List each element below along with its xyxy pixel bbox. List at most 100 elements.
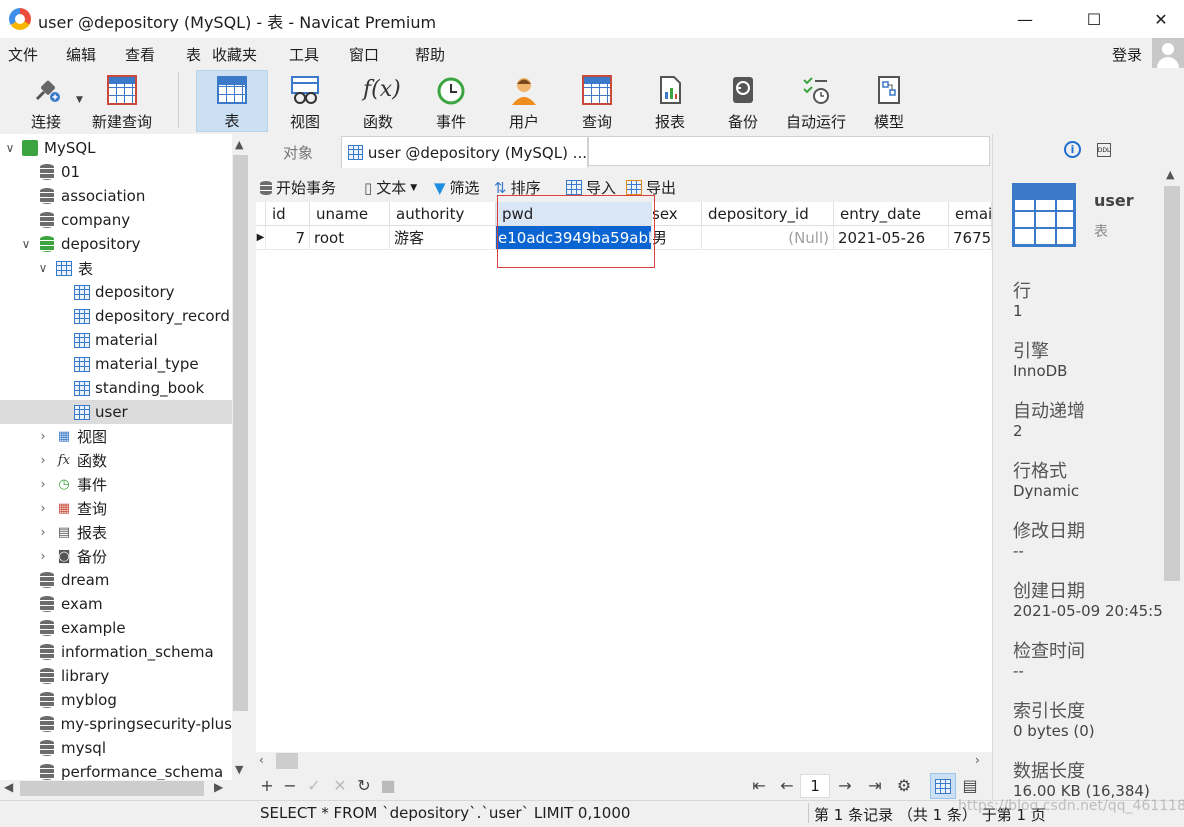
cell-depository-id[interactable]: (Null)	[702, 226, 834, 250]
tree-db-exam[interactable]: exam	[0, 592, 232, 616]
scroll-left-icon[interactable]: ◀	[4, 780, 13, 794]
last-page-icon[interactable]: ⇥	[866, 776, 884, 795]
connect-dropdown-icon[interactable]: ▼	[76, 95, 83, 105]
tree-db-mysql[interactable]: mysql	[0, 736, 232, 760]
begin-transaction-button[interactable]: 开始事务	[260, 177, 336, 198]
ddl-icon[interactable]: DDL	[1097, 143, 1111, 157]
tree-db-depository[interactable]: ∨ depository	[0, 232, 232, 256]
tree-db-example[interactable]: example	[0, 616, 232, 640]
tree-db-01[interactable]: 01	[0, 160, 232, 184]
chevron-down-icon[interactable]: ∨	[20, 237, 32, 251]
text-button[interactable]: ▯ 文本 ▼	[364, 177, 417, 198]
tree-db-company[interactable]: company	[0, 208, 232, 232]
scroll-up-icon[interactable]: ▲	[235, 138, 243, 151]
chevron-right-icon[interactable]: ›	[37, 453, 49, 467]
previous-page-icon[interactable]: ←	[778, 776, 796, 795]
tree-functions-node[interactable]: › fx 函数	[0, 448, 232, 472]
cell-email[interactable]: 7675	[949, 226, 992, 250]
discard-icon[interactable]: ✕	[331, 776, 349, 795]
scroll-up-icon[interactable]: ▲	[1166, 168, 1174, 181]
login-link[interactable]: 登录	[1112, 44, 1142, 65]
info-scroll-thumb[interactable]	[1164, 186, 1180, 581]
automation-button[interactable]: 自动运行	[780, 70, 852, 132]
cell-id[interactable]: 7	[266, 226, 310, 250]
add-record-icon[interactable]: +	[258, 776, 276, 795]
table-button[interactable]: 表	[196, 70, 268, 132]
column-header-authority[interactable]: authority	[390, 202, 496, 226]
tree-table-depository-record[interactable]: depository_record	[0, 304, 232, 328]
tree-db-library[interactable]: library	[0, 664, 232, 688]
grid-hscroll-thumb[interactable]	[276, 753, 298, 769]
column-header-email[interactable]: emai	[949, 202, 992, 226]
menu-tools[interactable]: 工具	[289, 44, 319, 65]
column-header-id[interactable]: id	[266, 202, 310, 226]
form-view-icon[interactable]: ▤	[961, 776, 979, 795]
info-icon[interactable]: i	[1064, 141, 1081, 158]
view-button[interactable]: 视图	[269, 70, 341, 132]
tree-db-dream[interactable]: dream	[0, 568, 232, 592]
chevron-down-icon[interactable]: ∨	[4, 141, 16, 155]
tab-objects[interactable]: 对象	[256, 137, 340, 167]
tree-scroll-thumb[interactable]	[233, 155, 248, 711]
tree-reports-node[interactable]: › ▤ 报表	[0, 520, 232, 544]
tree-db-performance-schema[interactable]: performance_schema	[0, 760, 232, 780]
chevron-down-icon[interactable]: ∨	[37, 261, 49, 275]
close-button[interactable]: ✕	[1138, 0, 1184, 38]
refresh-icon[interactable]: ↻	[355, 776, 373, 795]
chevron-right-icon[interactable]: ›	[37, 525, 49, 539]
scroll-left-icon[interactable]: ‹	[259, 753, 264, 767]
maximize-button[interactable]: ☐	[1071, 0, 1117, 38]
tree-connection-mysql[interactable]: ∨ MySQL	[0, 136, 232, 160]
user-button[interactable]: 用户	[488, 70, 560, 132]
menu-edit[interactable]: 编辑	[66, 44, 96, 65]
cell-sex[interactable]: 男	[652, 226, 702, 250]
tree-table-material[interactable]: material	[0, 328, 232, 352]
menu-view[interactable]: 查看	[125, 44, 155, 65]
chevron-right-icon[interactable]: ›	[37, 501, 49, 515]
tree-table-material-type[interactable]: material_type	[0, 352, 232, 376]
backup-button[interactable]: 备份	[707, 70, 779, 132]
column-header-uname[interactable]: uname	[310, 202, 390, 226]
delete-record-icon[interactable]: −	[281, 776, 299, 795]
cell-entry-date[interactable]: 2021-05-26	[834, 226, 949, 250]
grid-horizontal-scrollbar[interactable]	[256, 752, 992, 770]
first-page-icon[interactable]: ⇤	[750, 776, 768, 795]
connect-button[interactable]: 连接	[10, 70, 82, 132]
filter-button[interactable]: ▼ 筛选	[434, 177, 480, 198]
minimize-button[interactable]: —	[1002, 0, 1048, 38]
menu-favorites[interactable]: 收藏夹	[212, 44, 257, 65]
apply-icon[interactable]: ✓	[305, 776, 323, 795]
scroll-right-icon[interactable]: ›	[975, 753, 980, 767]
row-pointer-icon[interactable]: ▶	[256, 226, 266, 250]
column-header-entry-date[interactable]: entry_date	[834, 202, 949, 226]
menu-file[interactable]: 文件	[8, 44, 38, 65]
tree-db-myblog[interactable]: myblog	[0, 688, 232, 712]
tree-table-user[interactable]: user	[0, 400, 232, 424]
avatar[interactable]	[1152, 38, 1184, 70]
tree-table-depository[interactable]: depository	[0, 280, 232, 304]
stop-icon[interactable]: ■	[379, 776, 397, 795]
tree-tables-node[interactable]: ∨ 表	[0, 256, 232, 280]
chevron-right-icon[interactable]: ›	[37, 477, 49, 491]
tree-table-standing-book[interactable]: standing_book	[0, 376, 232, 400]
menu-table[interactable]: 表	[186, 44, 201, 65]
cell-uname[interactable]: root	[310, 226, 390, 250]
tab-user-table[interactable]: user @depository (MySQL) ...	[341, 136, 588, 168]
column-header-sex[interactable]: sex	[652, 202, 702, 226]
new-query-button[interactable]: 新建查询	[86, 70, 158, 132]
tree-backups-node[interactable]: › ◙ 备份	[0, 544, 232, 568]
chevron-right-icon[interactable]: ›	[37, 549, 49, 563]
cell-authority[interactable]: 游客	[390, 226, 496, 250]
tree-db-my-springsecurity-plus[interactable]: my-springsecurity-plus	[0, 712, 232, 736]
menu-help[interactable]: 帮助	[415, 44, 445, 65]
scroll-right-icon[interactable]: ▶	[214, 780, 223, 794]
chevron-right-icon[interactable]: ›	[37, 429, 49, 443]
function-button[interactable]: f(x) 函数	[342, 70, 414, 132]
next-page-icon[interactable]: →	[836, 776, 854, 795]
tree-views-node[interactable]: › ▦ 视图	[0, 424, 232, 448]
gear-icon[interactable]: ⚙	[895, 776, 913, 795]
scroll-down-icon[interactable]: ▼	[235, 763, 243, 776]
model-button[interactable]: 模型	[853, 70, 925, 132]
tree-queries-node[interactable]: › ▦ 查询	[0, 496, 232, 520]
column-header-depository-id[interactable]: depository_id	[702, 202, 834, 226]
